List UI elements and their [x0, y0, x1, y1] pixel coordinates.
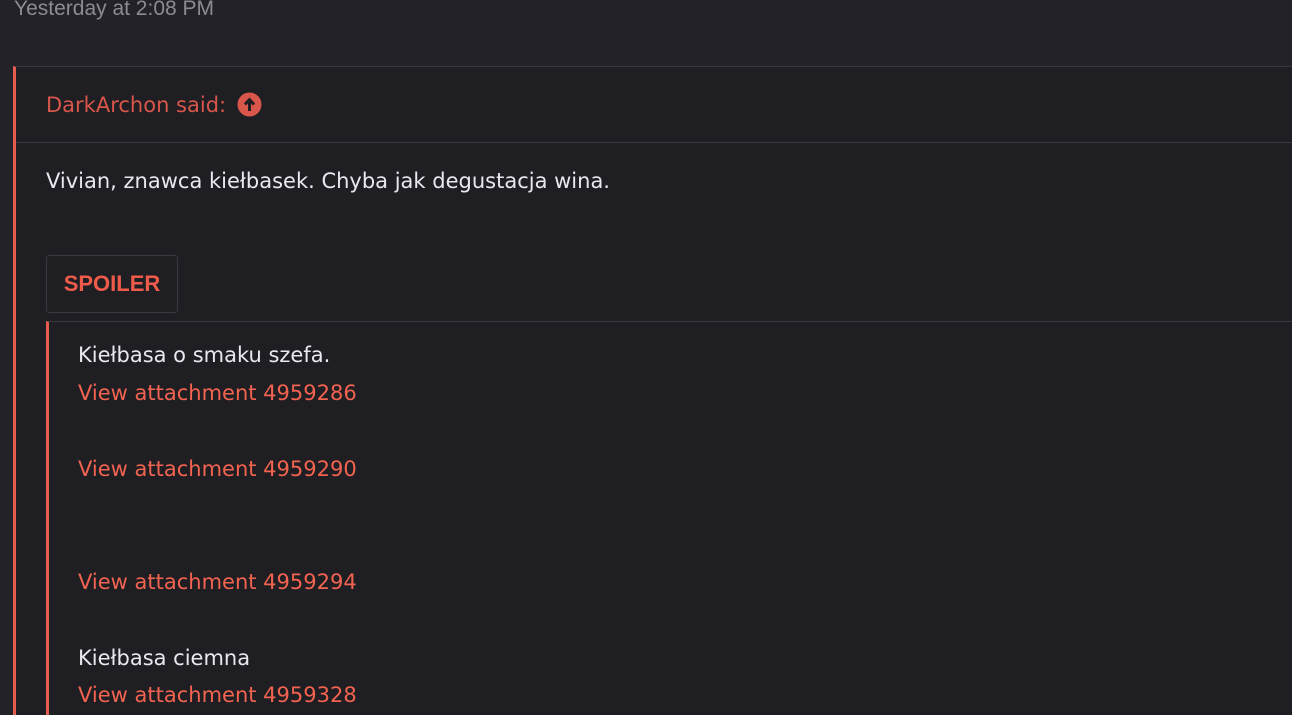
quote-header: DarkArchon said:	[16, 67, 1292, 143]
post-timestamp[interactable]: Yesterday at 2:08 PM	[14, 0, 214, 21]
arrow-circle-up-icon[interactable]	[237, 92, 262, 117]
spoiler-button[interactable]: SPOILER	[46, 255, 178, 313]
attachment-link[interactable]: View attachment 4959290	[78, 457, 357, 481]
quote-block: DarkArchon said: Vivian, znawca kiełbase…	[13, 66, 1292, 715]
spoiler-text-line: Kiełbasa ciemna	[78, 646, 251, 670]
attachment-link[interactable]: View attachment 4959286	[78, 381, 357, 405]
quote-text: Vivian, znawca kiełbasek. Chyba jak degu…	[46, 169, 610, 193]
quote-author-link[interactable]: DarkArchon said:	[46, 93, 226, 117]
attachment-link[interactable]: View attachment 4959294	[78, 570, 357, 594]
attachment-link[interactable]: View attachment 4959328	[78, 683, 357, 707]
spoiler-content: Kiełbasa o smaku szefa. View attachment …	[46, 321, 1292, 715]
spoiler-text-line: Kiełbasa o smaku szefa.	[78, 343, 331, 367]
